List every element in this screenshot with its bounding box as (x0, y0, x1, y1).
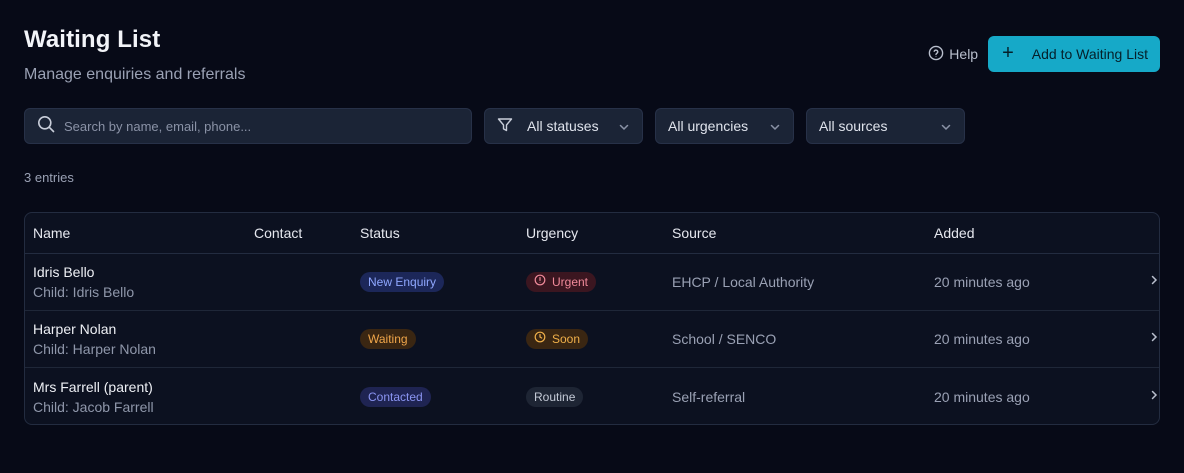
search-input[interactable] (64, 118, 471, 134)
urgency-cell: Soon (526, 329, 672, 349)
status-cell: Waiting (360, 329, 526, 349)
entry-count: 3 entries (24, 170, 74, 185)
status-badge: New Enquiry (360, 272, 445, 292)
chevron-down-icon (940, 120, 952, 136)
urgency-cell: Routine (526, 386, 672, 407)
clock-icon (534, 329, 546, 349)
urgency-filter-value: All urgencies (668, 118, 749, 134)
table-row[interactable]: Mrs Farrell (parent) Child: Jacob Farrel… (25, 368, 1159, 424)
urgency-cell: Urgent (526, 272, 672, 292)
open-row-button[interactable] (1114, 273, 1159, 291)
child-name: Child: Idris Bello (33, 284, 135, 300)
entry-name: Mrs Farrell (parent) (33, 378, 153, 395)
waiting-list-page: Waiting List Manage enquiries and referr… (0, 0, 1184, 473)
added-cell: 20 minutes ago (934, 331, 1030, 347)
alert-circle-icon (534, 272, 546, 292)
column-header-urgency: Urgency (526, 225, 579, 241)
source-cell: Self-referral (672, 388, 746, 405)
chevron-down-icon (769, 120, 781, 136)
added-cell: 20 minutes ago (934, 274, 1030, 290)
name-cell: Harper Nolan Child: Harper Nolan (25, 320, 254, 358)
table-header: Name Contact Status Urgency Source Added (25, 213, 1159, 254)
column-header-added: Added (934, 225, 975, 241)
help-label: Help (949, 46, 979, 62)
urgency-label: Routine (534, 389, 576, 404)
status-badge: Contacted (360, 386, 431, 407)
column-header-contact: Contact (254, 225, 303, 241)
urgency-label: Urgent (552, 275, 589, 289)
name-cell: Mrs Farrell (parent) Child: Jacob Farrel… (25, 378, 254, 416)
chevron-right-icon (1148, 273, 1159, 291)
help-button[interactable]: Help (926, 45, 980, 64)
source-filter-value: All sources (819, 118, 888, 134)
source-filter-select[interactable]: All sources (806, 108, 965, 144)
plus-icon: + (1002, 42, 1014, 64)
urgency-label: Soon (552, 332, 581, 346)
help-circle-icon (928, 45, 944, 64)
search-icon (37, 115, 55, 138)
added-cell: 20 minutes ago (934, 388, 1030, 405)
chevron-right-icon (1148, 388, 1159, 406)
column-header-status: Status (360, 225, 400, 241)
status-cell: Contacted (360, 386, 526, 407)
chevron-right-icon (1148, 330, 1159, 348)
entry-name: Harper Nolan (33, 321, 117, 337)
filter-icon (497, 117, 513, 136)
entry-name: Idris Bello (33, 264, 95, 280)
name-cell: Idris Bello Child: Idris Bello (25, 263, 254, 301)
chevron-down-icon (618, 120, 630, 136)
urgency-badge: Soon (526, 329, 589, 349)
add-to-waiting-list-button[interactable]: + Add to Waiting List (988, 36, 1160, 72)
header-actions: Help + Add to Waiting List (926, 36, 1160, 72)
child-name: Child: Harper Nolan (33, 341, 156, 357)
column-header-name: Name (33, 225, 71, 241)
urgency-badge: Urgent (526, 272, 597, 292)
source-cell: EHCP / Local Authority (672, 274, 815, 290)
source-cell: School / SENCO (672, 331, 777, 347)
filter-bar: All statuses All urgencies All sources (24, 108, 965, 144)
page-header: Waiting List Manage enquiries and referr… (24, 26, 1160, 86)
open-row-button[interactable] (1114, 388, 1159, 406)
child-name: Child: Jacob Farrell (33, 398, 154, 415)
table-row[interactable]: Harper Nolan Child: Harper Nolan Waiting… (25, 311, 1159, 368)
urgency-badge: Routine (526, 386, 584, 407)
status-filter-value: All statuses (527, 118, 599, 134)
table-row[interactable]: Idris Bello Child: Idris Bello New Enqui… (25, 254, 1159, 311)
urgency-filter-select[interactable]: All urgencies (655, 108, 794, 144)
status-cell: New Enquiry (360, 272, 526, 292)
search-box (24, 108, 472, 144)
add-button-label: Add to Waiting List (1031, 46, 1148, 62)
status-filter-select[interactable]: All statuses (484, 108, 643, 144)
waiting-list-table: Name Contact Status Urgency Source Added… (24, 212, 1160, 425)
status-badge: Waiting (360, 329, 416, 349)
column-header-source: Source (672, 225, 717, 241)
open-row-button[interactable] (1114, 330, 1159, 348)
